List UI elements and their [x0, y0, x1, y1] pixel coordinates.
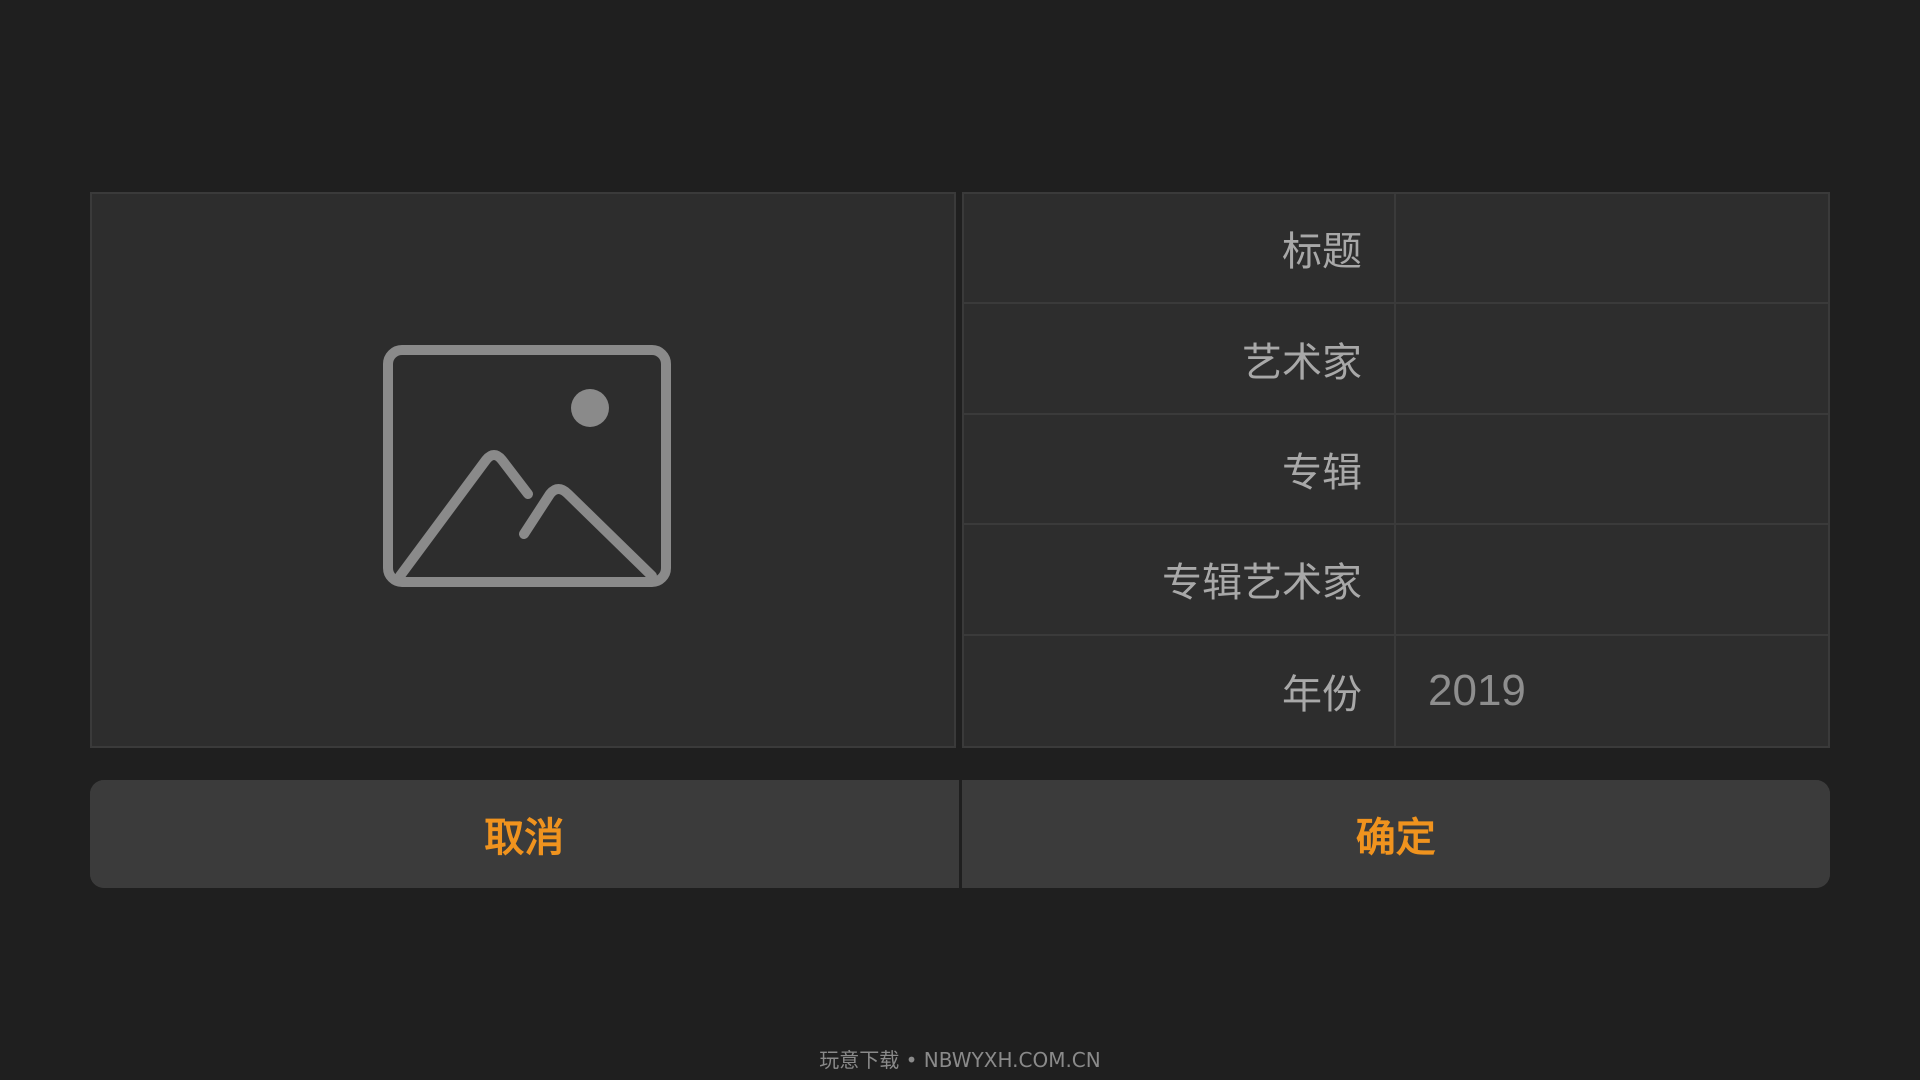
metadata-form: 标题 艺术家 专辑 专辑艺术家 年份 — [962, 192, 1830, 748]
field-value-artist[interactable] — [1396, 304, 1828, 412]
metadata-editor-dialog: 标题 艺术家 专辑 专辑艺术家 年份 2019 取消 确定 玩意下载 • NBW… — [0, 0, 1920, 1080]
field-label-album-artist: 专辑艺术家 — [964, 525, 1396, 634]
image-placeholder-icon — [383, 345, 671, 587]
field-value-album[interactable] — [1396, 415, 1828, 523]
dialog-actions: 取消 确定 — [90, 780, 1830, 888]
field-label-year: 年份 — [964, 635, 1396, 746]
field-row-album-artist: 专辑艺术家 — [964, 525, 1828, 636]
album-artist-input[interactable] — [1428, 554, 1828, 605]
title-input[interactable] — [1428, 223, 1828, 274]
album-input[interactable] — [1428, 443, 1828, 494]
cancel-button[interactable]: 取消 — [90, 780, 959, 888]
field-row-year: 年份 — [964, 635, 1828, 746]
field-row-album: 专辑 — [964, 414, 1828, 526]
watermark-footer: 玩意下载 • NBWYXH.COM.CN — [819, 1048, 1101, 1072]
confirm-button[interactable]: 确定 — [961, 780, 1830, 888]
field-value-year[interactable] — [1396, 636, 1828, 746]
field-label-album: 专辑 — [964, 414, 1396, 524]
year-input[interactable] — [1428, 665, 1828, 716]
field-value-title[interactable] — [1396, 194, 1828, 302]
artist-input[interactable] — [1428, 333, 1828, 384]
artwork-picker[interactable] — [90, 192, 956, 748]
field-label-artist: 艺术家 — [964, 304, 1396, 413]
field-value-album-artist[interactable] — [1396, 525, 1828, 633]
field-row-artist: 艺术家 — [964, 304, 1828, 415]
field-row-title: 标题 — [964, 194, 1828, 305]
field-label-title: 标题 — [964, 194, 1396, 303]
